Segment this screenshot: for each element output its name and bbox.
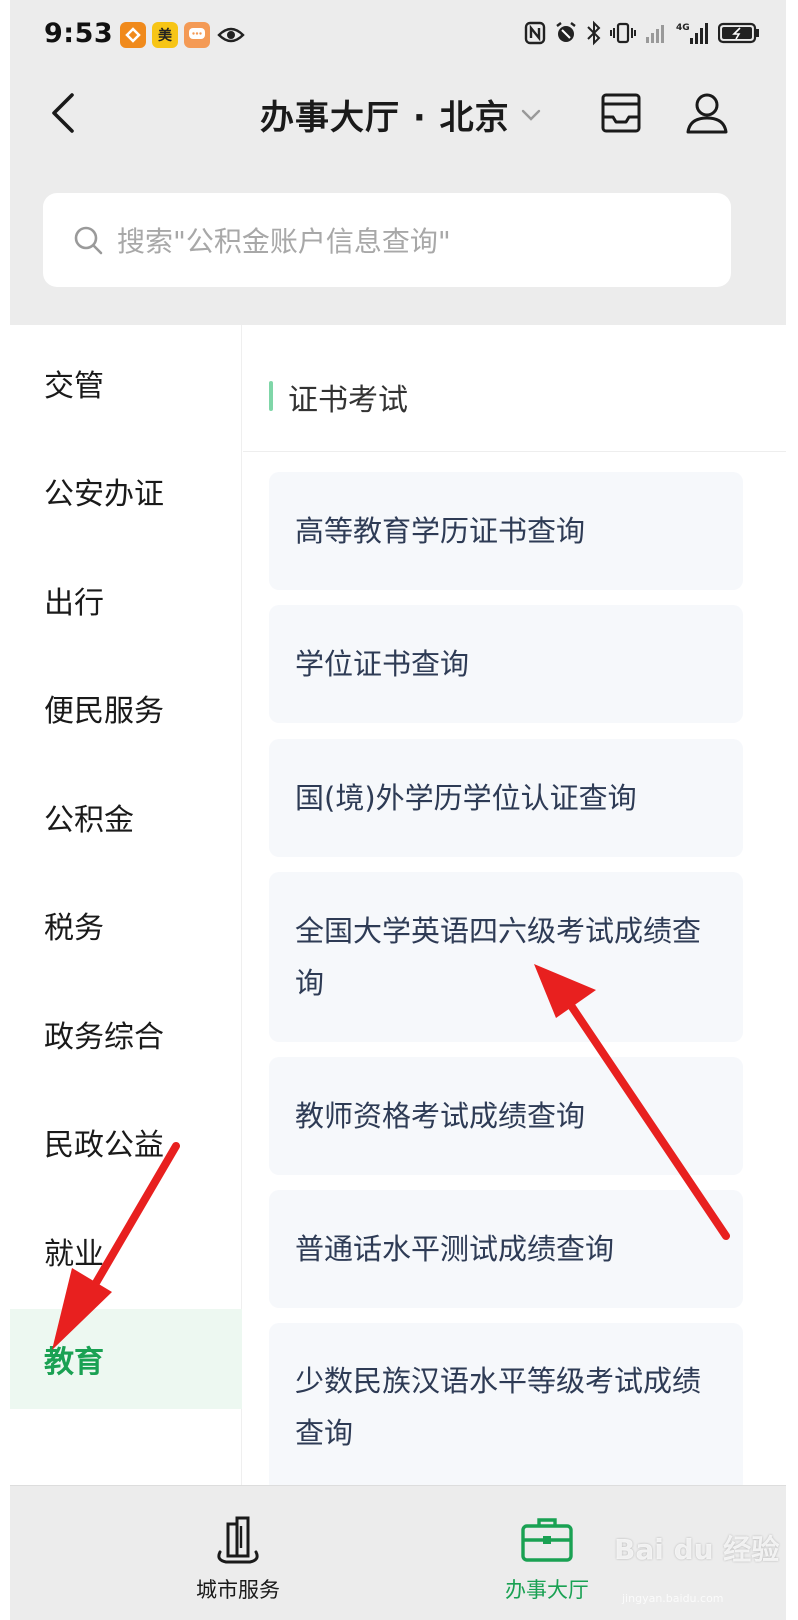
user-icon xyxy=(686,93,728,134)
status-time: 9:53 xyxy=(44,18,114,49)
signal-icon: 4G xyxy=(676,23,708,44)
sidebar-item-government[interactable]: 政务综合 xyxy=(10,984,242,1084)
tab-label: 城市服务 xyxy=(196,1578,280,1602)
service-card[interactable]: 全国大学英语四六级考试成绩查询 xyxy=(269,872,743,1042)
app-frame: 9:53 美 4G 办事大厅 · 北京 搜索"公积金账户信息查询" 交管 公安办… xyxy=(10,0,786,1620)
header: 9:53 美 4G 办事大厅 · 北京 搜索"公积金账户信息查询" xyxy=(10,0,786,325)
battery-icon xyxy=(718,22,759,44)
sidebar-item-public-security[interactable]: 公安办证 xyxy=(10,441,242,541)
sidebar-item-education[interactable]: 教育 xyxy=(10,1309,242,1409)
nfc-icon xyxy=(524,21,546,45)
search-input[interactable]: 搜索"公积金账户信息查询" xyxy=(43,193,731,287)
bluetooth-icon xyxy=(587,20,601,46)
section-title: 证书考试 xyxy=(288,383,408,418)
vibrate-icon xyxy=(610,22,636,44)
service-card[interactable]: 少数民族汉语水平等级考试成绩查询 xyxy=(269,1323,743,1485)
eye-icon xyxy=(216,22,246,48)
app-notification-icon xyxy=(120,22,146,48)
service-list: 证书考试 高等教育学历证书查询 学位证书查询 国(境)外学历学位认证查询 全国大… xyxy=(243,325,786,1485)
notification-icons: 美 xyxy=(120,22,246,48)
tab-city-services[interactable]: 城市服务 xyxy=(118,1486,358,1620)
sidebar-item-tax[interactable]: 税务 xyxy=(10,875,242,975)
page-title: 办事大厅 · 北京 xyxy=(260,98,510,138)
message-icon xyxy=(184,22,210,48)
sidebar-item-convenience[interactable]: 便民服务 xyxy=(10,658,242,758)
watermark: Bai du 经验 xyxy=(614,1533,780,1566)
inbox-icon xyxy=(601,93,641,133)
back-button[interactable] xyxy=(38,88,88,138)
section-marker xyxy=(269,381,273,411)
section-header: 证书考试 xyxy=(243,325,786,452)
chevron-left-icon xyxy=(52,93,74,133)
search-icon xyxy=(74,226,103,255)
city-selector[interactable]: 办事大厅 · 北京 xyxy=(260,90,542,139)
service-card[interactable]: 高等教育学历证书查询 xyxy=(269,472,743,590)
search-placeholder: 搜索"公积金账户信息查询" xyxy=(117,225,451,258)
briefcase-icon xyxy=(521,1518,573,1562)
sidebar-item-housing-fund[interactable]: 公积金 xyxy=(10,767,242,867)
service-card[interactable]: 教师资格考试成绩查询 xyxy=(269,1057,743,1175)
nav-bar: 办事大厅 · 北京 xyxy=(10,78,786,150)
sidebar-item-travel[interactable]: 出行 xyxy=(10,550,242,650)
city-building-icon xyxy=(217,1516,259,1564)
alarm-icon xyxy=(556,22,576,42)
service-card[interactable]: 普通话水平测试成绩查询 xyxy=(269,1190,743,1308)
wifi-icon xyxy=(646,25,664,43)
sidebar-item-traffic[interactable]: 交管 xyxy=(10,333,242,433)
status-bar: 9:53 美 4G xyxy=(10,0,786,70)
inbox-button[interactable] xyxy=(598,90,644,136)
service-card[interactable]: 国(境)外学历学位认证查询 xyxy=(269,739,743,857)
sidebar-item-civil-affairs[interactable]: 民政公益 xyxy=(10,1092,242,1192)
chevron-down-icon xyxy=(521,109,540,121)
service-card[interactable]: 学位证书查询 xyxy=(269,605,743,723)
svg-text:4G: 4G xyxy=(676,23,690,33)
system-status-icons: 4G xyxy=(524,20,760,46)
watermark-url: jingyan.baidu.com xyxy=(622,1592,724,1605)
category-sidebar: 交管 公安办证 出行 便民服务 公积金 税务 政务综合 民政公益 就业 教育 xyxy=(10,325,242,1485)
tab-label: 办事大厅 xyxy=(505,1578,589,1602)
meituan-icon: 美 xyxy=(152,22,178,48)
sidebar-item-employment[interactable]: 就业 xyxy=(10,1201,242,1301)
profile-button[interactable] xyxy=(682,88,732,138)
